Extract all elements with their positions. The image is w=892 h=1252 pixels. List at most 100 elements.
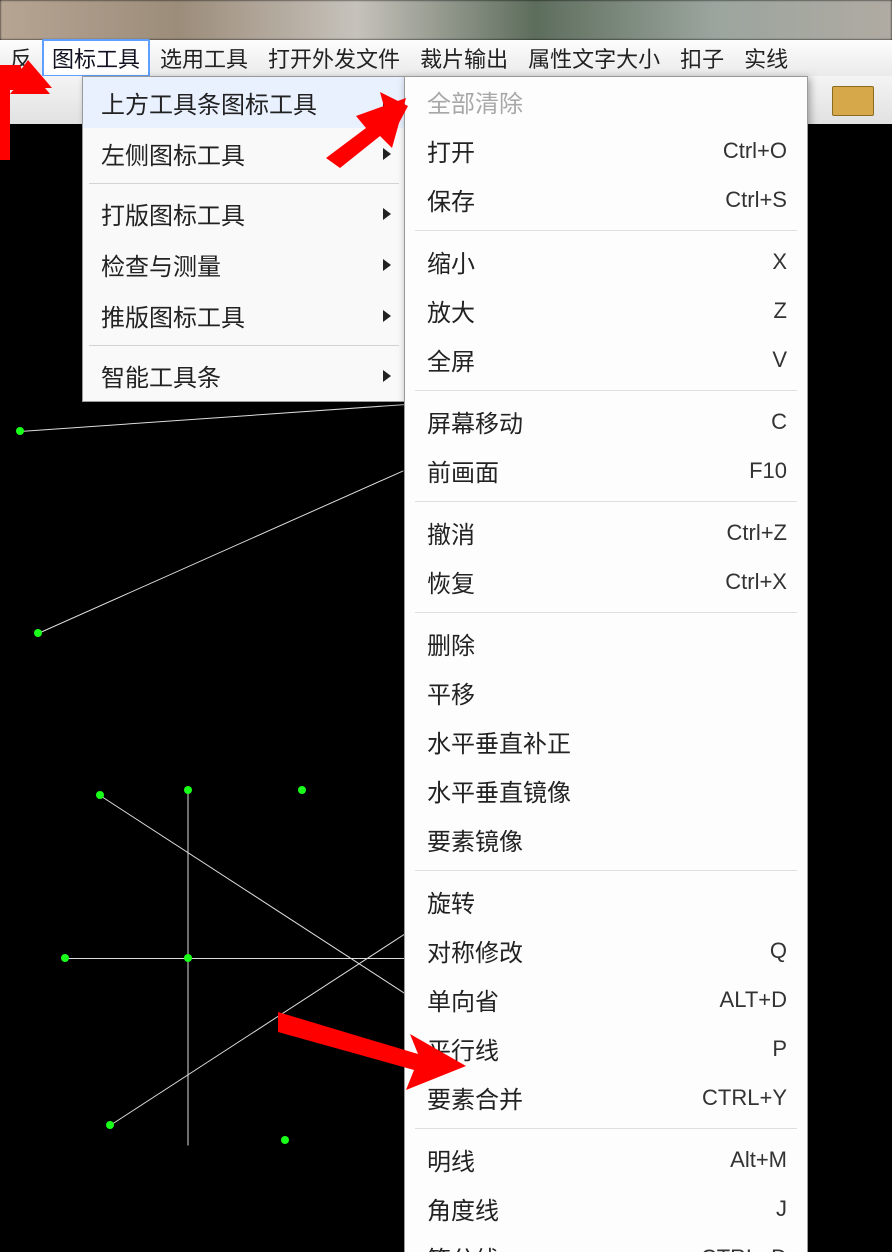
menu-item-shortcut: J	[776, 1196, 787, 1222]
menu-item[interactable]: 缩小X	[405, 237, 807, 286]
menu-item-shortcut: Alt+M	[730, 1147, 787, 1173]
submenu-arrow-icon	[383, 97, 391, 109]
menu-item-label: 左侧图标工具	[101, 136, 245, 171]
menu-item-label: 恢复	[427, 564, 475, 599]
menu-item[interactable]: 单向省 ALT+D	[405, 975, 807, 1024]
canvas-endpoint	[61, 954, 69, 962]
menu-item-label: 删除	[427, 626, 475, 661]
menu-item[interactable]: 平移	[405, 668, 807, 717]
menu-item-label: 打开	[427, 133, 475, 168]
menu-item-label: 上方工具条图标工具	[101, 85, 317, 120]
menu-item-shortcut: CTRL+Y	[702, 1085, 787, 1111]
menu-item[interactable]: 前画面 F10	[405, 446, 807, 495]
titlebar	[0, 0, 892, 40]
menu-item[interactable]: 旋转	[405, 877, 807, 926]
menu-item[interactable]: 水平垂直镜像	[405, 766, 807, 815]
menu-separator	[415, 612, 797, 613]
menu-bar-item[interactable]: 选用工具	[150, 39, 258, 77]
menu-item-label: 对称修改	[427, 933, 523, 968]
submenu-arrow-icon	[383, 208, 391, 220]
menu-item: 全部清除	[405, 77, 807, 126]
menu-item-label: 屏幕移动	[427, 404, 523, 439]
menu-item[interactable]: 左侧图标工具	[83, 128, 405, 179]
menu-item-shortcut: CTRL+D	[701, 1245, 787, 1252]
menu-item-label: 全部清除	[427, 84, 523, 119]
menu-item-label: 平移	[427, 675, 475, 710]
menu-item[interactable]: 放大Z	[405, 286, 807, 335]
canvas-line	[20, 403, 419, 432]
canvas-endpoint	[16, 427, 24, 435]
canvas-line	[188, 791, 189, 1146]
menu-bar-item[interactable]: 图标工具	[42, 39, 150, 77]
menu-item-shortcut: Ctrl+Z	[727, 520, 788, 546]
menu-item-label: 前画面	[427, 453, 499, 488]
menu-item[interactable]: 检查与测量	[83, 239, 405, 290]
menu-bar-item[interactable]: 反	[0, 39, 42, 77]
canvas-endpoint	[34, 629, 42, 637]
menu-item[interactable]: 推版图标工具	[83, 290, 405, 341]
canvas-endpoint	[106, 1121, 114, 1129]
menu-item[interactable]: 要素镜像	[405, 815, 807, 864]
submenu-arrow-icon	[383, 259, 391, 271]
menu-item-label: 要素镜像	[427, 822, 523, 857]
menu-separator	[415, 1128, 797, 1129]
menu-item-label: 撤消	[427, 515, 475, 550]
menu-bar-item[interactable]: 扣子	[670, 39, 734, 77]
flyout-menu-top-toolbar: 全部清除打开 Ctrl+O 保存 Ctrl+S 缩小X放大Z 全屏 V 屏幕移动C 前画面 F10…	[404, 76, 808, 1252]
menu-item-label: 水平垂直镜像	[427, 773, 571, 808]
menu-item[interactable]: 恢复 Ctrl+X	[405, 557, 807, 606]
menu-item-shortcut: P	[772, 1036, 787, 1062]
menu-item-label: 放大	[427, 293, 475, 328]
menu-item-shortcut: F10	[749, 458, 787, 484]
menu-separator	[415, 870, 797, 871]
menu-item[interactable]: 撤消 Ctrl+Z	[405, 508, 807, 557]
menu-item-shortcut: X	[772, 249, 787, 275]
canvas-line	[38, 470, 404, 634]
menu-item[interactable]: 屏幕移动C	[405, 397, 807, 446]
menu-item-label: 单向省	[427, 982, 499, 1017]
menu-item-label: 检查与测量	[101, 247, 221, 282]
canvas-line	[110, 913, 438, 1126]
menu-item[interactable]: 对称修改Q	[405, 926, 807, 975]
canvas-endpoint	[281, 1136, 289, 1144]
menu-item[interactable]: 角度线 J	[405, 1184, 807, 1233]
menu-item[interactable]: 打开 Ctrl+O	[405, 126, 807, 175]
menu-item-shortcut: Ctrl+S	[725, 187, 787, 213]
submenu-arrow-icon	[383, 310, 391, 322]
menu-item[interactable]: 全屏 V	[405, 335, 807, 384]
menu-item-label: 平行线	[427, 1031, 499, 1066]
menu-bar-item[interactable]: 属性文字大小	[518, 39, 670, 77]
canvas-line	[100, 795, 428, 1008]
canvas-endpoint	[184, 954, 192, 962]
menu-item-shortcut: Ctrl+O	[723, 138, 787, 164]
submenu-arrow-icon	[383, 370, 391, 382]
menu-item-shortcut: Ctrl+X	[725, 569, 787, 595]
menu-bar-item[interactable]: 裁片输出	[410, 39, 518, 77]
menu-item-label: 要素合并	[427, 1080, 523, 1115]
menu-item[interactable]: 保存 Ctrl+S	[405, 175, 807, 224]
menu-item-shortcut: V	[772, 347, 787, 373]
menu-item[interactable]: 打版图标工具	[83, 188, 405, 239]
menu-item-label: 明线	[427, 1142, 475, 1177]
canvas-endpoint	[184, 786, 192, 794]
menu-item[interactable]: 平行线 P	[405, 1024, 807, 1073]
menu-item[interactable]: 上方工具条图标工具	[83, 77, 405, 128]
canvas-endpoint	[298, 786, 306, 794]
canvas-endpoint	[96, 791, 104, 799]
menu-item-label: 打版图标工具	[101, 196, 245, 231]
menu-item[interactable]: 要素合并 CTRL+Y	[405, 1073, 807, 1122]
menu-item-shortcut: ALT+D	[720, 987, 787, 1013]
menu-item[interactable]: 删除	[405, 619, 807, 668]
menu-item[interactable]: 等分线CTRL+D	[405, 1233, 807, 1252]
menu-bar-item[interactable]: 实线	[734, 39, 798, 77]
menu-item-label: 智能工具条	[101, 358, 221, 393]
menu-item-label: 保存	[427, 182, 475, 217]
menu-item-label: 角度线	[427, 1191, 499, 1226]
menu-item[interactable]: 明线 Alt+M	[405, 1135, 807, 1184]
menu-item-label: 水平垂直补正	[427, 724, 571, 759]
menu-item[interactable]: 智能工具条	[83, 350, 405, 401]
menu-separator	[89, 183, 399, 184]
menu-item-label: 全屏	[427, 342, 475, 377]
menu-item[interactable]: 水平垂直补正	[405, 717, 807, 766]
menu-bar-item[interactable]: 打开外发文件	[258, 39, 410, 77]
